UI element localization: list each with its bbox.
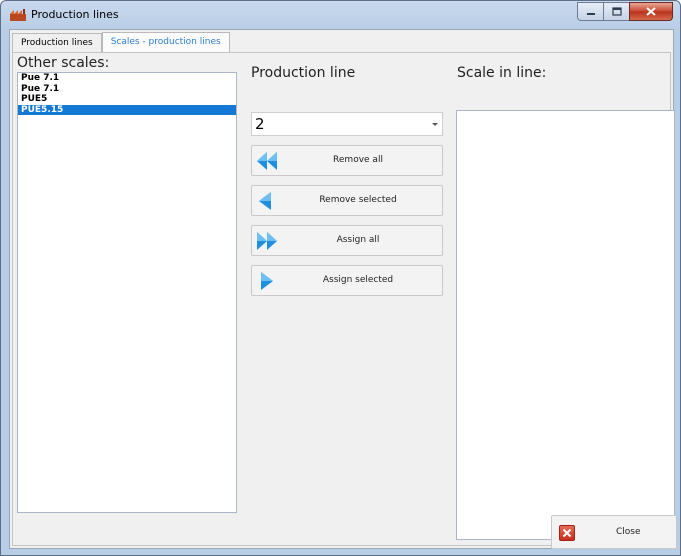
- list-item-other-scale[interactable]: Pue 7.1: [18, 84, 236, 95]
- tab-strip: Production lines Scales - production lin…: [12, 32, 230, 53]
- production-line-select[interactable]: 2: [251, 112, 443, 136]
- scale-in-line-list[interactable]: [456, 110, 675, 540]
- assign-all-button[interactable]: Assign all: [251, 225, 443, 256]
- assign-all-label: Assign all: [336, 235, 380, 245]
- remove-all-button[interactable]: Remove all: [251, 145, 443, 176]
- client-area: Production lines Scales - production lin…: [9, 29, 677, 549]
- chevron-down-icon: [432, 123, 438, 126]
- title-bar[interactable]: Production lines: [1, 1, 680, 29]
- other-scales-list[interactable]: Pue 7.1 Pue 7.1 PUE5 PUE5.15: [17, 72, 237, 513]
- assign-selected-button[interactable]: Assign selected: [251, 265, 443, 296]
- window-close-button[interactable]: [629, 2, 673, 21]
- tab-scales-production-lines[interactable]: Scales - production lines: [101, 32, 230, 53]
- remove-selected-button[interactable]: Remove selected: [251, 185, 443, 216]
- factory-icon: [10, 9, 26, 21]
- scale-in-line-label: Scale in line:: [457, 65, 547, 81]
- list-item-other-scale[interactable]: PUE5: [18, 94, 236, 105]
- maximize-button[interactable]: [603, 2, 629, 21]
- window-title: Production lines: [31, 8, 119, 21]
- close-button[interactable]: Close: [551, 515, 677, 549]
- close-x-icon: [559, 525, 575, 541]
- production-line-label: Production line: [251, 65, 356, 81]
- close-button-label: Close: [616, 527, 641, 537]
- remove-all-label: Remove all: [333, 155, 383, 165]
- minimize-button[interactable]: [577, 2, 603, 21]
- minimize-icon: [586, 12, 595, 15]
- close-icon: [646, 7, 656, 16]
- maximize-icon: [611, 7, 622, 16]
- caption-buttons: [577, 2, 673, 21]
- list-item-other-scale[interactable]: Pue 7.1: [18, 73, 236, 84]
- assign-selected-label: Assign selected: [322, 275, 394, 285]
- other-scales-label: Other scales:: [17, 55, 110, 71]
- remove-selected-label: Remove selected: [319, 195, 397, 205]
- production-line-value: 2: [255, 115, 265, 133]
- tab-production-lines[interactable]: Production lines: [12, 33, 102, 53]
- app-window: Production lines Production lines Scales…: [0, 0, 681, 556]
- tab-panel-scales: Other scales: Pue 7.1 Pue 7.1 PUE5 PUE5.…: [12, 52, 675, 546]
- list-item-other-scale-selected[interactable]: PUE5.15: [18, 104, 236, 115]
- close-icon: [562, 528, 572, 538]
